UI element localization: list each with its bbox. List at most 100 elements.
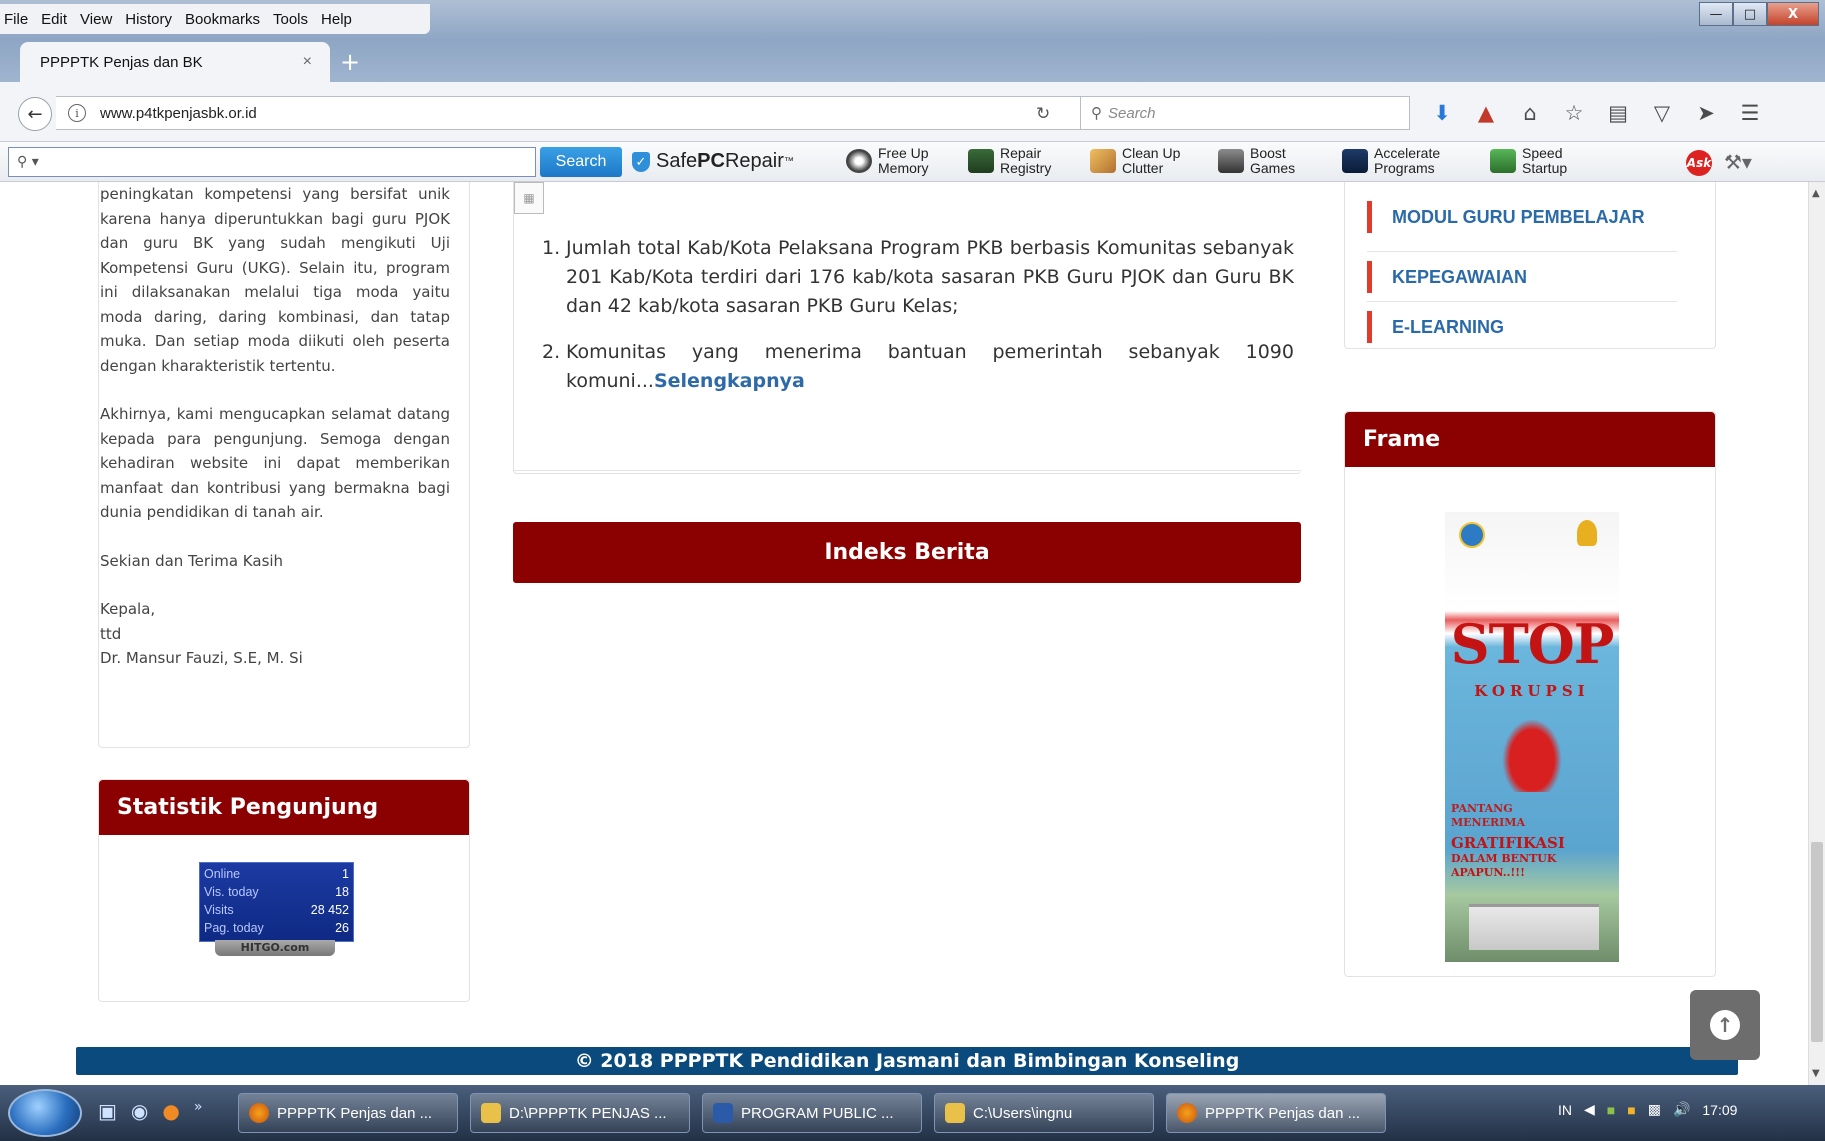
taskbar-item[interactable]: PPPPTK Penjas dan ...	[238, 1093, 458, 1133]
read-more-link[interactable]: Selengkapnya	[654, 370, 805, 392]
menu-view[interactable]: View	[80, 11, 112, 28]
firefox-icon[interactable]: ●	[162, 1099, 179, 1123]
back-button[interactable]: ←	[18, 97, 52, 131]
menu-bar: File Edit View History Bookmarks Tools H…	[0, 4, 430, 34]
menu-file[interactable]: File	[4, 11, 28, 28]
maximize-button[interactable]: □	[1733, 2, 1767, 26]
poster-line: PANTANG	[1451, 802, 1513, 815]
volume-icon[interactable]: 🔊	[1673, 1101, 1690, 1118]
startup-icon	[1490, 149, 1516, 173]
tb-label-2: Clutter	[1122, 160, 1164, 176]
hitgo-badge[interactable]: HITGO.com	[215, 940, 335, 956]
scroll-up-icon[interactable]: ▲	[1812, 188, 1820, 199]
menu-edit[interactable]: Edit	[41, 11, 67, 28]
toolbar-search-input[interactable]: ⚲ ▾	[8, 147, 536, 177]
brand-bold: PC	[697, 150, 725, 172]
stat-label: Online	[204, 867, 241, 881]
tb-label-2: Programs	[1374, 160, 1435, 176]
taskbar-item-label: PROGRAM PUBLIC ...	[741, 1104, 894, 1122]
taskbar-item[interactable]: D:\PPPPTK PENJAS ...	[470, 1093, 690, 1133]
taskbar-item-active[interactable]: PPPPTK Penjas dan ...	[1166, 1093, 1386, 1133]
download-icon[interactable]: ⬇	[1420, 98, 1464, 128]
news-index-button[interactable]: Indeks Berita	[513, 522, 1301, 583]
tab-active[interactable]: PPPPTK Penjas dan BK ×	[20, 42, 330, 82]
network-icon[interactable]: ▩	[1648, 1101, 1661, 1118]
info-icon[interactable]: i	[68, 104, 86, 122]
news-list: 1. Jumlah total Kab/Kota Pelaksana Progr…	[542, 234, 1294, 413]
news-panel: ▦ 1. Jumlah total Kab/Kota Pelaksana Pro…	[513, 182, 1301, 474]
accelerate-programs-button[interactable]: Accelerate Programs	[1342, 146, 1440, 176]
tb-label-2: Registry	[1000, 160, 1052, 176]
stat-row: Visits 28 452	[204, 901, 349, 919]
tab-title: PPPPTK Penjas dan BK	[40, 53, 203, 71]
visitor-counter-widget[interactable]: Online 1 Vis. today 18 Visits 28 452 Pag. t…	[199, 862, 354, 942]
boost-games-button[interactable]: Boost Games	[1218, 146, 1295, 176]
red-hand-icon	[1497, 712, 1567, 792]
scroll-thumb[interactable]	[1811, 842, 1823, 1042]
clean-up-clutter-button[interactable]: Clean Up Clutter	[1090, 146, 1180, 176]
taskbar-item[interactable]: C:\Users\ingnu	[934, 1093, 1154, 1133]
stat-value: 26	[335, 921, 349, 935]
taskbar-item[interactable]: PROGRAM PUBLIC ...	[702, 1093, 922, 1133]
reader-icon[interactable]: ▤	[1596, 98, 1640, 128]
bookmark-star-icon[interactable]: ☆	[1552, 98, 1596, 128]
flame-icon	[1577, 520, 1597, 546]
chevron-right-icon[interactable]: »	[194, 1099, 203, 1123]
anti-corruption-poster[interactable]: STOP KORUPSI PANTANG MENERIMA GRATIFIKAS…	[1445, 512, 1619, 962]
taskbar-item-label: PPPPTK Penjas dan ...	[1205, 1104, 1361, 1122]
media-icon[interactable]: ◉	[131, 1099, 148, 1123]
safe-pc-repair-logo[interactable]: ✓ Safe PC Repair ™	[632, 150, 794, 173]
nav-icons: ⬇ ▲ ⌂ ☆ ▤ ▽ ➤ ☰	[1420, 98, 1772, 128]
ask-logo-icon[interactable]: Ask	[1686, 150, 1712, 176]
tray-expand-icon[interactable]: ◀	[1584, 1101, 1595, 1118]
speed-startup-button[interactable]: Speed Startup	[1490, 146, 1567, 176]
menu-item-modul-guru[interactable]: MODUL GURU PEMBELAJAR	[1367, 201, 1677, 233]
new-tab-button[interactable]: +	[340, 48, 360, 76]
vertical-scrollbar[interactable]: ▲ ▼	[1808, 182, 1825, 1085]
repair-registry-button[interactable]: Repair Registry	[968, 146, 1051, 176]
page-viewport: peningkatan kompetensi yang bersifat uni…	[0, 182, 1808, 1085]
taskbar-item-label: PPPPTK Penjas dan ...	[277, 1104, 433, 1122]
windows-taskbar: ▣ ◉ ● » PPPPTK Penjas dan ... D:\PPPPTK …	[0, 1085, 1825, 1141]
clock[interactable]: 17:09	[1702, 1102, 1737, 1118]
stat-row: Online 1	[204, 865, 349, 883]
language-indicator[interactable]: IN	[1558, 1102, 1572, 1118]
tray-app-icon[interactable]: ■	[1607, 1102, 1615, 1118]
send-icon[interactable]: ➤	[1684, 98, 1728, 128]
toolbar-search-button[interactable]: Search	[540, 147, 622, 177]
stat-value: 28 452	[310, 903, 349, 917]
menu-bookmarks[interactable]: Bookmarks	[185, 11, 260, 28]
scroll-to-top-button[interactable]: ↑	[1690, 990, 1760, 1060]
poster-line: GRATIFIKASI	[1451, 834, 1565, 852]
tray-app-icon[interactable]: ■	[1627, 1102, 1635, 1118]
tb-label-2: Memory	[878, 160, 929, 176]
window-titlebar: File Edit View History Bookmarks Tools H…	[0, 0, 1825, 40]
tools-icon[interactable]: ⚒▾	[1724, 150, 1752, 174]
menu-item-kepegawaian[interactable]: KEPEGAWAIAN	[1367, 261, 1677, 293]
close-window-button[interactable]: X	[1767, 2, 1819, 26]
home-icon[interactable]: ⌂	[1508, 98, 1552, 128]
menu-help[interactable]: Help	[321, 11, 352, 28]
reload-icon[interactable]: ↻	[1036, 104, 1050, 124]
free-up-memory-button[interactable]: Free Up Memory	[846, 146, 929, 176]
pocket-icon[interactable]: ▽	[1640, 98, 1684, 128]
show-desktop-icon[interactable]: ▣	[98, 1099, 117, 1123]
frame-title: Frame	[1345, 412, 1715, 467]
stat-row: Vis. today 18	[204, 883, 349, 901]
menu-item-elearning[interactable]: E-LEARNING	[1367, 311, 1677, 343]
tab-close-icon[interactable]: ×	[303, 53, 312, 71]
stat-label: Vis. today	[204, 885, 259, 899]
start-button[interactable]	[8, 1089, 82, 1137]
url-bar[interactable]: i www.p4tkpenjasbk.or.id	[56, 96, 1086, 130]
minimize-button[interactable]: —	[1699, 2, 1733, 26]
search-bar[interactable]: ⚲ Search	[1080, 96, 1410, 130]
search-icon: ⚲ ▾	[17, 154, 39, 170]
menu-history[interactable]: History	[125, 11, 172, 28]
addon-icon[interactable]: ▲	[1464, 98, 1508, 128]
scroll-down-icon[interactable]: ▼	[1812, 1068, 1820, 1079]
hamburger-menu-icon[interactable]: ☰	[1728, 98, 1772, 128]
navigation-bar: ← i www.p4tkpenjasbk.or.id ↻ ⚲ Search ⬇ …	[0, 82, 1825, 142]
back-arrow-icon: ←	[27, 103, 43, 125]
menu-tools[interactable]: Tools	[273, 11, 308, 28]
taskbar-item-label: D:\PPPPTK PENJAS ...	[509, 1104, 667, 1122]
